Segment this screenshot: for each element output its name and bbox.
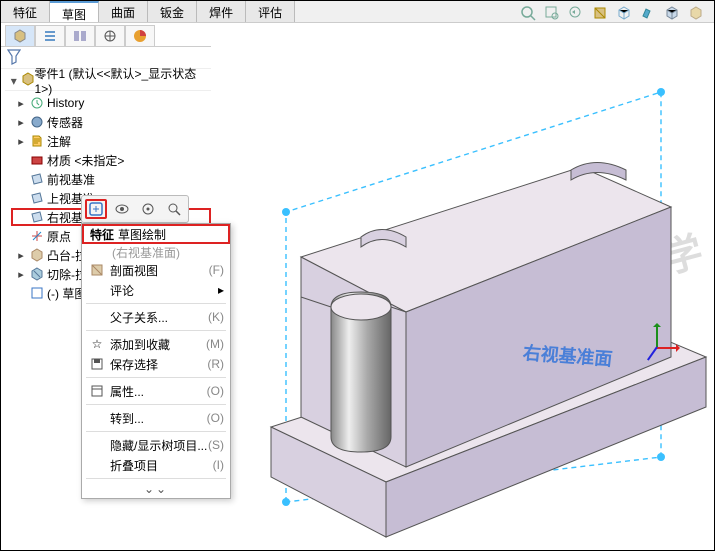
menu-expand-icon[interactable]: ⌄⌄ <box>82 482 230 498</box>
menu-collapse[interactable]: 折叠项目(I) <box>82 455 230 475</box>
plane-icon <box>29 209 45 225</box>
menu-add-favorite[interactable]: ☆添加到收藏(M) <box>82 334 230 354</box>
tree-node-label: History <box>47 96 84 110</box>
material-icon <box>29 152 45 168</box>
tab-sheetmetal[interactable]: 钣金 <box>148 1 197 22</box>
menu-go-to[interactable]: 转到...(O) <box>82 408 230 428</box>
origin-icon <box>29 228 45 244</box>
appearance-icon[interactable] <box>638 3 658 23</box>
zoom-area-icon[interactable] <box>542 3 562 23</box>
twisty-icon: ▸ <box>15 249 27 262</box>
scene-icon[interactable] <box>686 3 706 23</box>
tree-node-label: 材质 <未指定> <box>47 152 124 169</box>
tree-node-label: 注解 <box>47 133 71 150</box>
tab-surface[interactable]: 曲面 <box>99 1 148 22</box>
context-menu: 特征 草图绘制 (右视基准面) 剖面视图(F) 评论▸ 父子关系...(K) ☆… <box>81 223 231 499</box>
extrude-icon <box>29 247 45 263</box>
tab-weldment[interactable]: 焊件 <box>197 1 246 22</box>
menu-label: 草图绘制 <box>118 226 166 243</box>
menu-hide-show-tree[interactable]: 隐藏/显示树项目...(S) <box>82 435 230 455</box>
sketch-icon <box>29 285 45 301</box>
axis-x-icon <box>656 347 678 349</box>
ctx-sketch-button[interactable] <box>85 199 107 219</box>
tab-evaluate[interactable]: 评估 <box>246 1 295 22</box>
save-icon <box>88 358 106 370</box>
filter-icon[interactable] <box>7 49 21 65</box>
tree-node-label: 传感器 <box>47 114 83 131</box>
menu-parent-child[interactable]: 父子关系...(K) <box>82 307 230 327</box>
submenu-arrow-icon: ▸ <box>218 283 224 297</box>
panel-tab-dimxpert[interactable] <box>95 25 125 47</box>
expand-icon: ▾ <box>7 74 21 88</box>
ctx-zoom-button[interactable] <box>163 199 185 219</box>
twisty-icon: ▸ <box>15 116 27 129</box>
menu-properties[interactable]: 属性...(O) <box>82 381 230 401</box>
zoom-prev-icon[interactable] <box>566 3 586 23</box>
tree-node-plane-4[interactable]: 前视基准 <box>15 170 211 188</box>
twisty-icon: ▸ <box>15 268 27 281</box>
graphics-viewport[interactable]: 软件自学网 右视基准面 <box>211 47 714 550</box>
panel-tab-property[interactable] <box>35 25 65 47</box>
history-icon <box>29 95 45 111</box>
tree-node-note-2[interactable]: ▸ 注解 <box>15 132 211 150</box>
menu-section-view[interactable]: 剖面视图(F) <box>82 260 230 280</box>
panel-tab-config[interactable] <box>65 25 95 47</box>
menu-sketch-draw[interactable]: 特征 草图绘制 <box>82 224 230 244</box>
tree-node-material-3[interactable]: 材质 <未指定> <box>15 151 211 169</box>
tree-node-sensor-1[interactable]: ▸ 传感器 <box>15 113 211 131</box>
section-icon[interactable] <box>590 3 610 23</box>
display-style-icon[interactable] <box>662 3 682 23</box>
view-hud <box>518 3 706 23</box>
cut-icon <box>29 266 45 282</box>
view-orient-icon[interactable] <box>614 3 634 23</box>
model-3d <box>211 47 715 552</box>
star-icon: ☆ <box>88 337 106 351</box>
tree-node-label: 原点 <box>47 228 71 245</box>
menu-sketch-sub: (右视基准面) <box>82 244 230 260</box>
ctx-normal-to-button[interactable] <box>137 199 159 219</box>
menu-comment[interactable]: 评论▸ <box>82 280 230 300</box>
panel-tab-feature-manager[interactable] <box>5 25 35 47</box>
tree-node-label: 前视基准 <box>47 171 95 188</box>
twisty-icon: ▸ <box>15 135 27 148</box>
plane-icon <box>29 190 45 206</box>
axis-y-icon <box>656 325 658 347</box>
tree-node-history-0[interactable]: ▸ History <box>15 94 211 112</box>
part-icon <box>21 72 35 89</box>
tree-root[interactable]: ▾ 零件1 (默认<<默认>_显示状态 1>) <box>5 71 211 91</box>
context-toolbar <box>81 195 189 223</box>
properties-icon <box>88 385 106 397</box>
sensor-icon <box>29 114 45 130</box>
section-icon <box>88 263 106 277</box>
tab-sketch[interactable]: 草图 <box>50 1 99 22</box>
twisty-icon: ▸ <box>15 97 27 110</box>
panel-tabs <box>1 23 211 47</box>
tag-feature: 特征 <box>90 226 114 243</box>
panel-tab-display[interactable] <box>125 25 155 47</box>
plane-icon <box>29 171 45 187</box>
zoom-fit-icon[interactable] <box>518 3 538 23</box>
note-icon <box>29 133 45 149</box>
tree-root-label: 零件1 (默认<<默认>_显示状态 1>) <box>35 65 211 96</box>
ctx-visibility-button[interactable] <box>111 199 133 219</box>
menu-save-selection[interactable]: 保存选择(R) <box>82 354 230 374</box>
tab-feature[interactable]: 特征 <box>1 1 50 22</box>
